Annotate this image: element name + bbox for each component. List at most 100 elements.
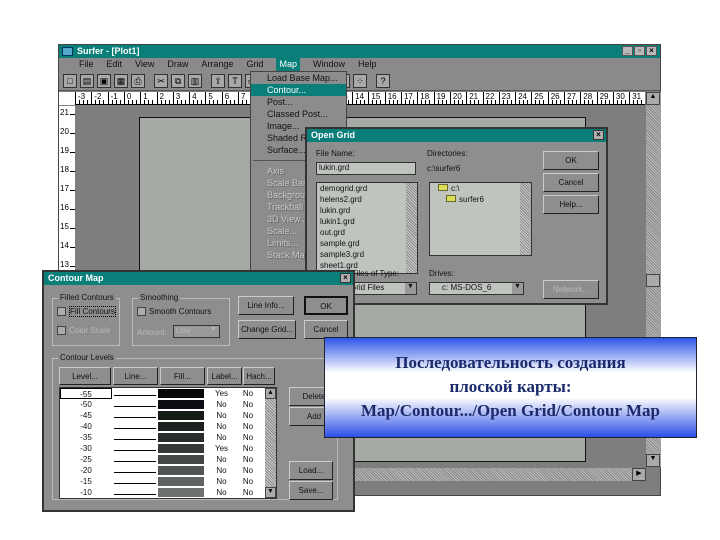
line-cell[interactable]: [112, 465, 158, 476]
copy-icon[interactable]: ⧉: [171, 74, 185, 88]
file-list-item[interactable]: demogrid.grd: [317, 183, 417, 194]
fill-cell[interactable]: [158, 422, 204, 431]
label-cell[interactable]: No: [204, 410, 239, 421]
smooth-contours-checkbox[interactable]: Smooth Contours: [137, 307, 211, 317]
menu-edit[interactable]: Edit: [107, 58, 123, 71]
menu-grid[interactable]: Grid: [246, 58, 263, 71]
contour-levels-table[interactable]: ▲ ▼ -55 Yes No -50 No No -45 No No -40 No No -35 No No -3…: [59, 387, 277, 499]
menu-draw[interactable]: Draw: [167, 58, 188, 71]
hach-cell[interactable]: No: [239, 399, 257, 410]
minimize-button[interactable]: _: [622, 46, 633, 56]
table-row[interactable]: -30 Yes No: [60, 443, 276, 454]
table-row[interactable]: -25 No No: [60, 454, 276, 465]
directory-item[interactable]: surfer6: [430, 194, 531, 205]
hach-cell[interactable]: No: [239, 465, 257, 476]
label-cell[interactable]: Yes: [204, 388, 239, 399]
hach-cell[interactable]: No: [239, 487, 257, 498]
fill-cell[interactable]: [158, 488, 204, 497]
map-menu-item[interactable]: Contour...: [251, 84, 346, 96]
file-list-scrollbar[interactable]: [406, 183, 417, 273]
print-icon[interactable]: ⎙: [131, 74, 145, 88]
column-header[interactable]: Line...: [113, 367, 158, 385]
file-list-item[interactable]: helens2.grd: [317, 194, 417, 205]
paste-icon[interactable]: ▥: [188, 74, 202, 88]
level-cell[interactable]: -25: [60, 454, 112, 465]
grid-icon[interactable]: ▦: [114, 74, 128, 88]
fill-cell[interactable]: [158, 433, 204, 442]
help-button[interactable]: Help...: [543, 195, 599, 214]
label-cell[interactable]: Yes: [204, 443, 239, 454]
level-cell[interactable]: -30: [60, 443, 112, 454]
label-cell[interactable]: No: [204, 465, 239, 476]
line-cell[interactable]: [112, 421, 158, 432]
hach-cell[interactable]: No: [239, 388, 257, 399]
scroll-up-icon[interactable]: ▲: [646, 92, 660, 105]
menu-help[interactable]: Help: [358, 58, 377, 71]
label-cell[interactable]: No: [204, 487, 239, 498]
scroll-up-icon[interactable]: ▲: [265, 388, 276, 399]
color-scale-checkbox[interactable]: Color Scale: [57, 326, 110, 336]
level-cell[interactable]: -55: [60, 388, 112, 399]
load-button[interactable]: Load...: [289, 461, 333, 480]
drives-select[interactable]: c: MS-DOS_6 ▼: [429, 282, 524, 295]
levels-scrollbar[interactable]: ▲ ▼: [265, 388, 276, 498]
close-button[interactable]: ×: [646, 46, 657, 56]
table-row[interactable]: -55 Yes No: [60, 388, 276, 399]
level-cell[interactable]: -15: [60, 476, 112, 487]
help-icon[interactable]: ?: [376, 74, 390, 88]
level-cell[interactable]: -45: [60, 410, 112, 421]
label-cell[interactable]: No: [204, 476, 239, 487]
level-cell[interactable]: -10: [60, 487, 112, 498]
save-icon[interactable]: ▣: [97, 74, 111, 88]
cancel-button[interactable]: Cancel: [543, 173, 599, 192]
level-cell[interactable]: -20: [60, 465, 112, 476]
table-row[interactable]: -50 No No: [60, 399, 276, 410]
file-list-item[interactable]: sample.grd: [317, 238, 417, 249]
open-icon[interactable]: ▤: [80, 74, 94, 88]
line-cell[interactable]: [112, 388, 158, 399]
hach-cell[interactable]: No: [239, 443, 257, 454]
directory-list-scrollbar[interactable]: [520, 183, 531, 255]
level-cell[interactable]: -50: [60, 399, 112, 410]
text-icon[interactable]: T: [228, 74, 242, 88]
new-icon[interactable]: □: [63, 74, 77, 88]
file-list-item[interactable]: out.grd: [317, 227, 417, 238]
fill-cell[interactable]: [158, 411, 204, 420]
file-list-item[interactable]: sample3.grd: [317, 249, 417, 260]
line-cell[interactable]: [112, 476, 158, 487]
scroll-thumb[interactable]: [646, 274, 660, 287]
hach-cell[interactable]: No: [239, 410, 257, 421]
close-icon[interactable]: ×: [593, 130, 604, 140]
file-type-select[interactable]: Grid Files ▼: [347, 282, 417, 295]
fill-cell[interactable]: [158, 400, 204, 409]
menu-view[interactable]: View: [135, 58, 154, 71]
menu-window[interactable]: Window: [313, 58, 345, 71]
line-cell[interactable]: [112, 487, 158, 498]
hach-cell[interactable]: No: [239, 421, 257, 432]
pointer-icon[interactable]: ⇧: [211, 74, 225, 88]
level-cell[interactable]: -35: [60, 432, 112, 443]
label-cell[interactable]: No: [204, 454, 239, 465]
scroll-right-icon[interactable]: ▶: [632, 468, 646, 481]
file-list-item[interactable]: lukin1.grd: [317, 216, 417, 227]
hach-cell[interactable]: No: [239, 454, 257, 465]
fill-cell[interactable]: [158, 477, 204, 486]
ok-button[interactable]: OK: [543, 151, 599, 170]
file-list-item[interactable]: lukin.grd: [317, 205, 417, 216]
table-row[interactable]: -15 No No: [60, 476, 276, 487]
menu-map[interactable]: Map: [276, 58, 300, 71]
table-row[interactable]: -40 No No: [60, 421, 276, 432]
line-info-button[interactable]: Line Info...: [238, 296, 294, 315]
hach-cell[interactable]: No: [239, 432, 257, 443]
scroll-down-icon[interactable]: ▼: [265, 487, 276, 498]
menu-arrange[interactable]: Arrange: [201, 58, 233, 71]
column-header[interactable]: Fill...: [160, 367, 205, 385]
network-button[interactable]: Network...: [543, 280, 599, 299]
level-cell[interactable]: -40: [60, 421, 112, 432]
line-cell[interactable]: [112, 454, 158, 465]
fill-cell[interactable]: [158, 444, 204, 453]
label-cell[interactable]: No: [204, 399, 239, 410]
directory-list[interactable]: c:\ surfer6: [429, 182, 532, 256]
fill-cell[interactable]: [158, 466, 204, 475]
map-menu-item[interactable]: Load Base Map...: [251, 72, 346, 84]
